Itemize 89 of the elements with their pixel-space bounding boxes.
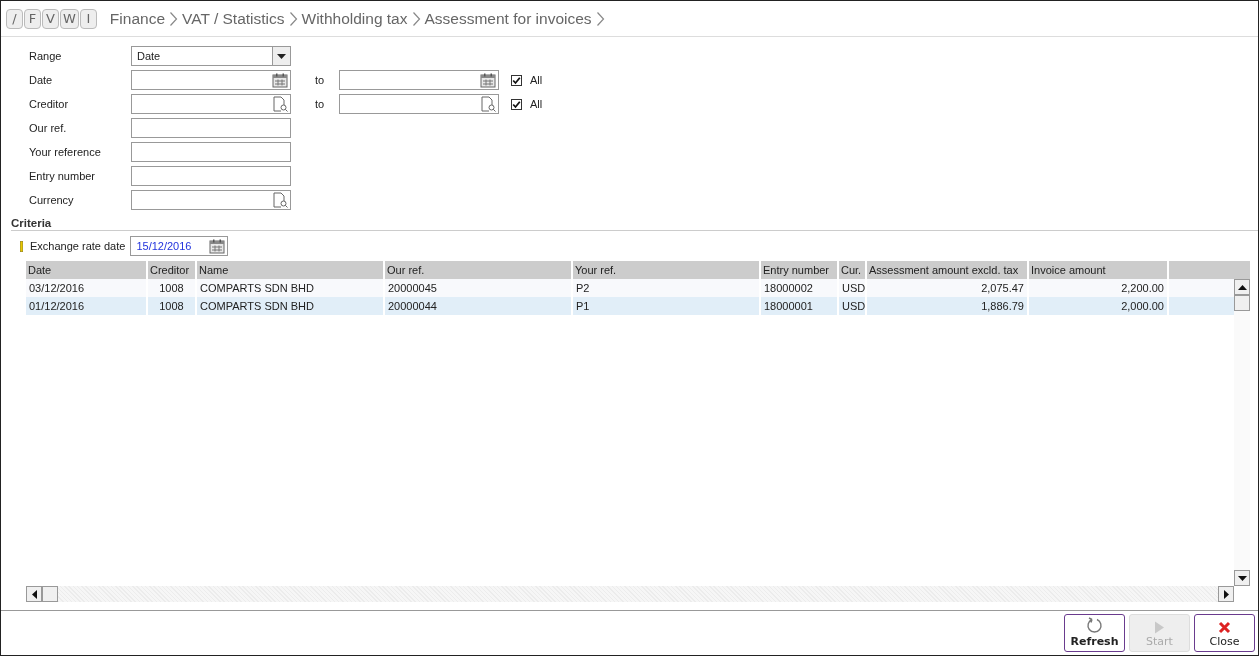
document-search-icon[interactable] xyxy=(480,96,496,112)
column-header[interactable]: Cur. xyxy=(839,261,865,279)
table-cell: P2 xyxy=(573,279,759,297)
table-cell: 1,886.79 xyxy=(867,297,1027,315)
scroll-up-button[interactable] xyxy=(1234,279,1250,295)
table-cell: 18000001 xyxy=(761,297,837,315)
table-cell: 20000044 xyxy=(385,297,571,315)
column-header[interactable]: Your ref. xyxy=(573,261,759,279)
column-header[interactable]: Our ref. xyxy=(385,261,571,279)
table-cell: 1008 xyxy=(148,297,195,315)
scrollbar-thumb[interactable] xyxy=(42,586,58,602)
close-icon xyxy=(1218,621,1231,634)
input-field[interactable] xyxy=(131,94,291,114)
calendar-icon[interactable] xyxy=(480,72,496,88)
table-cell: 03/12/2016 xyxy=(26,279,146,297)
checkbox[interactable] xyxy=(511,74,522,86)
column-header[interactable]: Name xyxy=(197,261,383,279)
table-cell: 1008 xyxy=(148,279,195,297)
play-icon xyxy=(1154,621,1165,634)
dropdown-arrow-icon[interactable] xyxy=(277,53,286,59)
breadcrumb-link[interactable]: Finance xyxy=(109,9,165,28)
column-header[interactable]: Entry number xyxy=(761,261,837,279)
nav-button[interactable]: I xyxy=(79,8,97,29)
input-field[interactable] xyxy=(131,142,291,162)
column-header[interactable]: Creditor xyxy=(148,261,195,279)
table-cell: COMPARTS SDN BHD xyxy=(197,297,383,315)
input-field[interactable] xyxy=(131,166,291,186)
breadcrumb-link[interactable]: VAT / Statistics xyxy=(182,9,285,28)
table-cell: P1 xyxy=(573,297,759,315)
calendar-icon[interactable] xyxy=(272,72,288,88)
table-cell xyxy=(1169,279,1234,297)
nav-button[interactable]: V xyxy=(42,8,59,29)
column-header[interactable]: Invoice amount xyxy=(1029,261,1167,279)
table-cell: USD xyxy=(839,279,865,297)
date-field[interactable]: 15/12/2016 xyxy=(130,236,229,256)
close-button[interactable]: Close xyxy=(1194,614,1255,652)
field-label: Currency xyxy=(29,194,75,206)
field-label: Your reference xyxy=(29,146,102,158)
breadcrumb-link[interactable]: Assessment for invoices xyxy=(424,9,592,28)
column-header[interactable]: Assessment amount excld. tax xyxy=(867,261,1027,279)
field-label: to xyxy=(315,98,326,110)
table-cell: 2,000.00 xyxy=(1029,297,1167,315)
document-search-icon[interactable] xyxy=(272,96,288,112)
field-label: Entry number xyxy=(29,170,97,182)
checkbox-label: All xyxy=(530,98,543,110)
field-label: Our ref. xyxy=(29,122,68,134)
checkbox[interactable] xyxy=(511,98,522,110)
breadcrumb-link[interactable]: Withholding tax xyxy=(301,9,408,28)
chevron-right-icon xyxy=(288,10,298,27)
table-cell: USD xyxy=(839,297,865,315)
scroll-down-button[interactable] xyxy=(1234,570,1250,586)
input-field[interactable] xyxy=(131,190,291,210)
table-cell: COMPARTS SDN BHD xyxy=(197,279,383,297)
document-search-icon[interactable] xyxy=(272,192,288,208)
scroll-right-button[interactable] xyxy=(1218,586,1234,602)
field-label: to xyxy=(315,74,326,86)
checkbox-label: All xyxy=(530,74,543,86)
field-label: Date xyxy=(29,74,54,86)
table-cell: 01/12/2016 xyxy=(26,297,146,315)
field-label: Exchange rate date xyxy=(30,240,126,252)
section-title: Criteria xyxy=(11,217,52,230)
field-label: Range xyxy=(29,50,63,62)
input-field[interactable] xyxy=(339,94,499,114)
refresh-button[interactable]: Refresh xyxy=(1064,614,1125,652)
dropdown-field[interactable]: Date xyxy=(131,46,291,66)
chevron-right-icon xyxy=(595,10,605,27)
scrollbar-thumb[interactable] xyxy=(1234,295,1250,311)
date-field[interactable] xyxy=(339,70,499,90)
date-field[interactable] xyxy=(131,70,291,90)
triangle-down-icon xyxy=(1237,575,1247,581)
column-header[interactable]: Date xyxy=(26,261,146,279)
nav-button[interactable]: / xyxy=(6,8,23,29)
table-cell xyxy=(1169,297,1234,315)
table-cell: 2,200.00 xyxy=(1029,279,1167,297)
nav-button[interactable]: W xyxy=(60,8,79,29)
chevron-right-icon xyxy=(411,10,421,27)
triangle-up-icon xyxy=(1237,284,1247,290)
table-cell: 2,075.47 xyxy=(867,279,1027,297)
table-cell: 18000002 xyxy=(761,279,837,297)
refresh-icon xyxy=(1086,617,1103,634)
calendar-icon[interactable] xyxy=(209,238,226,254)
nav-button[interactable]: F xyxy=(24,8,41,29)
triangle-left-icon xyxy=(31,589,37,599)
scroll-left-button[interactable] xyxy=(26,586,42,602)
input-field[interactable] xyxy=(131,118,291,138)
field-label: Creditor xyxy=(29,98,70,110)
triangle-right-icon xyxy=(1223,589,1229,599)
table-cell: 20000045 xyxy=(385,279,571,297)
chevron-right-icon xyxy=(169,10,178,27)
